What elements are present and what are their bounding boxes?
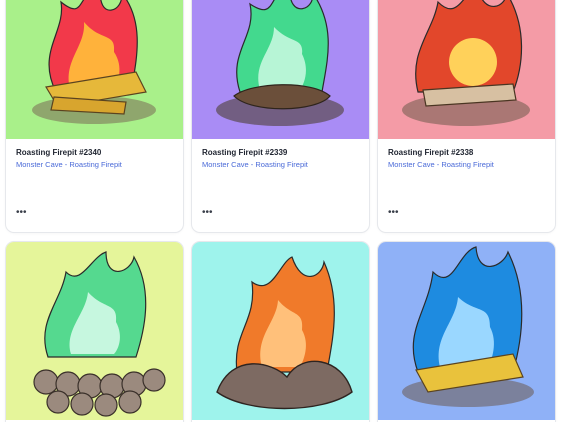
nft-artwork[interactable]: [378, 242, 555, 420]
firepit-illustration: [378, 0, 555, 139]
nft-card[interactable]: Roasting Firepit #2338 Monster Cave - Ro…: [378, 0, 555, 232]
nft-title[interactable]: Roasting Firepit #2340: [16, 148, 101, 157]
nft-card[interactable]: [6, 242, 183, 422]
firepit-illustration: [6, 0, 183, 139]
nft-title[interactable]: Roasting Firepit #2339: [202, 148, 287, 157]
more-options-icon[interactable]: •••: [388, 208, 402, 218]
nft-artwork[interactable]: [6, 0, 183, 139]
firepit-illustration: [192, 242, 369, 420]
nft-card[interactable]: Roasting Firepit #2340 Monster Cave - Ro…: [6, 0, 183, 232]
nft-card[interactable]: [378, 242, 555, 422]
more-options-icon[interactable]: •••: [16, 208, 30, 218]
nft-card[interactable]: [192, 242, 369, 422]
nft-artwork[interactable]: [192, 242, 369, 420]
nft-card[interactable]: Roasting Firepit #2339 Monster Cave - Ro…: [192, 0, 369, 232]
nft-title[interactable]: Roasting Firepit #2338: [388, 148, 473, 157]
nft-grid: Roasting Firepit #2340 Monster Cave - Ro…: [0, 0, 562, 422]
nft-artwork[interactable]: [192, 0, 369, 139]
nft-collection-link[interactable]: Monster Cave - Roasting Firepit: [16, 160, 122, 169]
firepit-illustration: [192, 0, 369, 139]
firepit-illustration: [6, 242, 183, 420]
more-options-icon[interactable]: •••: [202, 208, 216, 218]
nft-collection-link[interactable]: Monster Cave - Roasting Firepit: [202, 160, 308, 169]
nft-artwork[interactable]: [6, 242, 183, 420]
nft-collection-link[interactable]: Monster Cave - Roasting Firepit: [388, 160, 494, 169]
nft-artwork[interactable]: [378, 0, 555, 139]
firepit-illustration: [378, 242, 555, 420]
